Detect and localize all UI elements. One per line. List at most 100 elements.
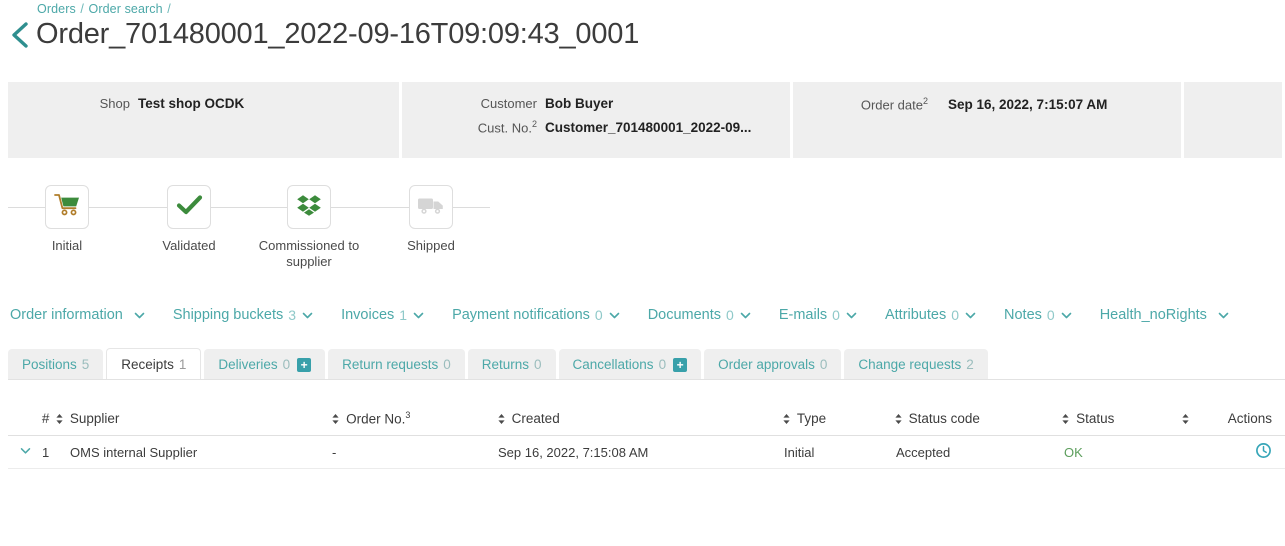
tab-count: 5 [81,357,90,372]
nav-item-count: 0 [594,307,603,323]
summary-cell-customer: Customer Bob Buyer Cust. No.2 Customer_7… [399,82,790,158]
header-created[interactable]: Created [497,411,782,426]
nav-item-label: Health_noRights [1099,307,1207,323]
shop-label: Shop [99,96,130,111]
sort-icon[interactable] [894,413,903,425]
header-status-code-label: Status code [908,411,980,426]
tab-label: Change requests [858,357,962,372]
nav-item-count: 0 [951,307,960,323]
nav-item-count: 0 [832,307,840,323]
sort-icon[interactable] [782,413,791,425]
row-num: 1 [42,444,50,460]
tab-returns[interactable]: Returns 0 [467,349,556,380]
chevron-down-icon [608,309,621,322]
stepper-step-commissioned-label: Commissioned to supplier [258,238,360,269]
chevron-down-icon [845,309,858,322]
plus-icon[interactable]: + [297,357,312,372]
nav-item-documents[interactable]: Documents 0 [648,307,752,323]
sort-icon[interactable] [55,413,64,425]
customer-no-field: Cust. No.2 Customer_701480001_2022-09... [402,119,790,135]
tab-count: 1 [178,356,187,372]
nav-item-order-information[interactable]: Order information [10,307,146,323]
sort-icon[interactable] [1061,413,1070,425]
sort-icon[interactable] [331,413,340,425]
shop-field: Shop Test shop OCDK [8,96,399,111]
stepper-step-initial-label: Initial [51,238,83,253]
customer-no-value: Customer_701480001_2022-09... [545,120,752,136]
header-supplier[interactable]: Supplier [70,411,331,426]
plus-icon[interactable]: + [673,357,688,372]
header-extra-sort[interactable] [1181,413,1228,425]
nav-item-health-norights[interactable]: Health_noRights [1100,307,1230,323]
nav-item-label: Shipping buckets [172,307,284,323]
chevron-down-icon [1217,309,1230,322]
header-order-no[interactable]: Order No.3 [331,410,497,427]
row-expand-cell[interactable] [8,444,42,460]
breadcrumb-item-order-search[interactable]: Order search [89,2,163,16]
row-status-code: Accepted [896,444,951,460]
page-title: Order_701480001_2022-09-16T09:09:43_0001 [36,18,640,50]
customer-field: Customer Bob Buyer [402,96,790,111]
stepper-step-commissioned[interactable]: Commissioned to supplier [249,172,369,270]
sort-icon[interactable] [497,413,506,425]
tab-label: Receipts [121,356,174,372]
nav-item-attributes[interactable]: Attributes 0 [885,307,977,323]
tab-label: Returns [481,357,529,372]
nav-item-label: Order information [10,307,123,323]
stepper-step-validated[interactable]: Validated [129,172,249,254]
tab-label: Deliveries [218,357,278,372]
row-actions [1231,442,1285,462]
nav-item-shipping-buckets[interactable]: Shipping buckets 3 [173,307,314,323]
order-summary-strip: Shop Test shop OCDK Customer Bob Buyer C… [8,82,1285,158]
tab-cancellations[interactable]: Cancellations 0 + [558,349,702,380]
header-num-label: # [41,411,50,426]
header-type-label: Type [796,411,827,426]
header-num[interactable]: # [42,411,70,426]
tab-return-requests[interactable]: Return requests 0 [328,349,465,380]
tab-positions[interactable]: Positions 5 [8,349,104,380]
chevron-left-icon[interactable] [6,20,30,50]
row-created: Sep 16, 2022, 7:15:08 AM [498,444,649,460]
header-created-label: Created [511,411,560,426]
tab-deliveries[interactable]: Deliveries 0 + [204,349,326,380]
nav-item-count: 0 [726,307,734,323]
header-type[interactable]: Type [782,411,894,426]
stepper-step-initial[interactable]: Initial [7,172,127,254]
stepper-step-shipped[interactable]: Shipped [371,172,491,254]
tab-label: Return requests [342,357,439,372]
tab-order-approvals[interactable]: Order approvals 0 [704,349,842,380]
tab-label: Order approvals [718,357,815,372]
nav-item-label: Attributes [884,307,947,323]
history-clock-icon[interactable] [1255,442,1272,462]
tab-label: Cancellations [572,357,654,372]
tab-receipts[interactable]: Receipts 1 [106,348,202,380]
header-status[interactable]: Status [1061,411,1181,426]
stepper-step-shipped-box [409,185,453,229]
row-status: OK [1064,444,1083,460]
tab-count: 0 [534,357,542,372]
summary-cell-empty [1181,82,1282,158]
chevron-down-icon [964,309,977,322]
chevron-down-icon[interactable] [19,444,31,456]
sort-icon[interactable] [1181,413,1190,425]
nav-item-payment-notifications[interactable]: Payment notifications 0 [452,307,621,323]
truck-icon [417,194,445,221]
chevron-down-icon [301,309,314,322]
nav-item-label: Documents [647,307,722,323]
table-row[interactable]: 1 OMS internal Supplier - Sep 16, 2022, … [8,436,1285,469]
nav-item-emails[interactable]: E-mails 0 [779,307,858,323]
receipts-table: # Supplier Order No.3 Created Type Statu… [8,402,1285,469]
shopping-cart-icon [53,193,81,222]
order-date-value: Sep 16, 2022, 7:15:07 AM [948,97,1108,113]
tab-change-requests[interactable]: Change requests 2 [844,349,988,380]
nav-item-invoices[interactable]: Invoices 1 [341,307,425,323]
customer-no-label: Cust. No.2 [477,119,537,136]
stepper-step-initial-box [45,185,89,229]
header-status-code[interactable]: Status code [894,411,1062,426]
nav-item-label: Invoices [341,307,395,323]
nav-item-label: Payment notifications [452,307,590,323]
chevron-down-icon [739,309,752,322]
nav-item-notes[interactable]: Notes 0 [1004,307,1073,323]
customer-label: Customer [480,96,537,111]
breadcrumb-item-orders[interactable]: Orders [37,2,76,16]
